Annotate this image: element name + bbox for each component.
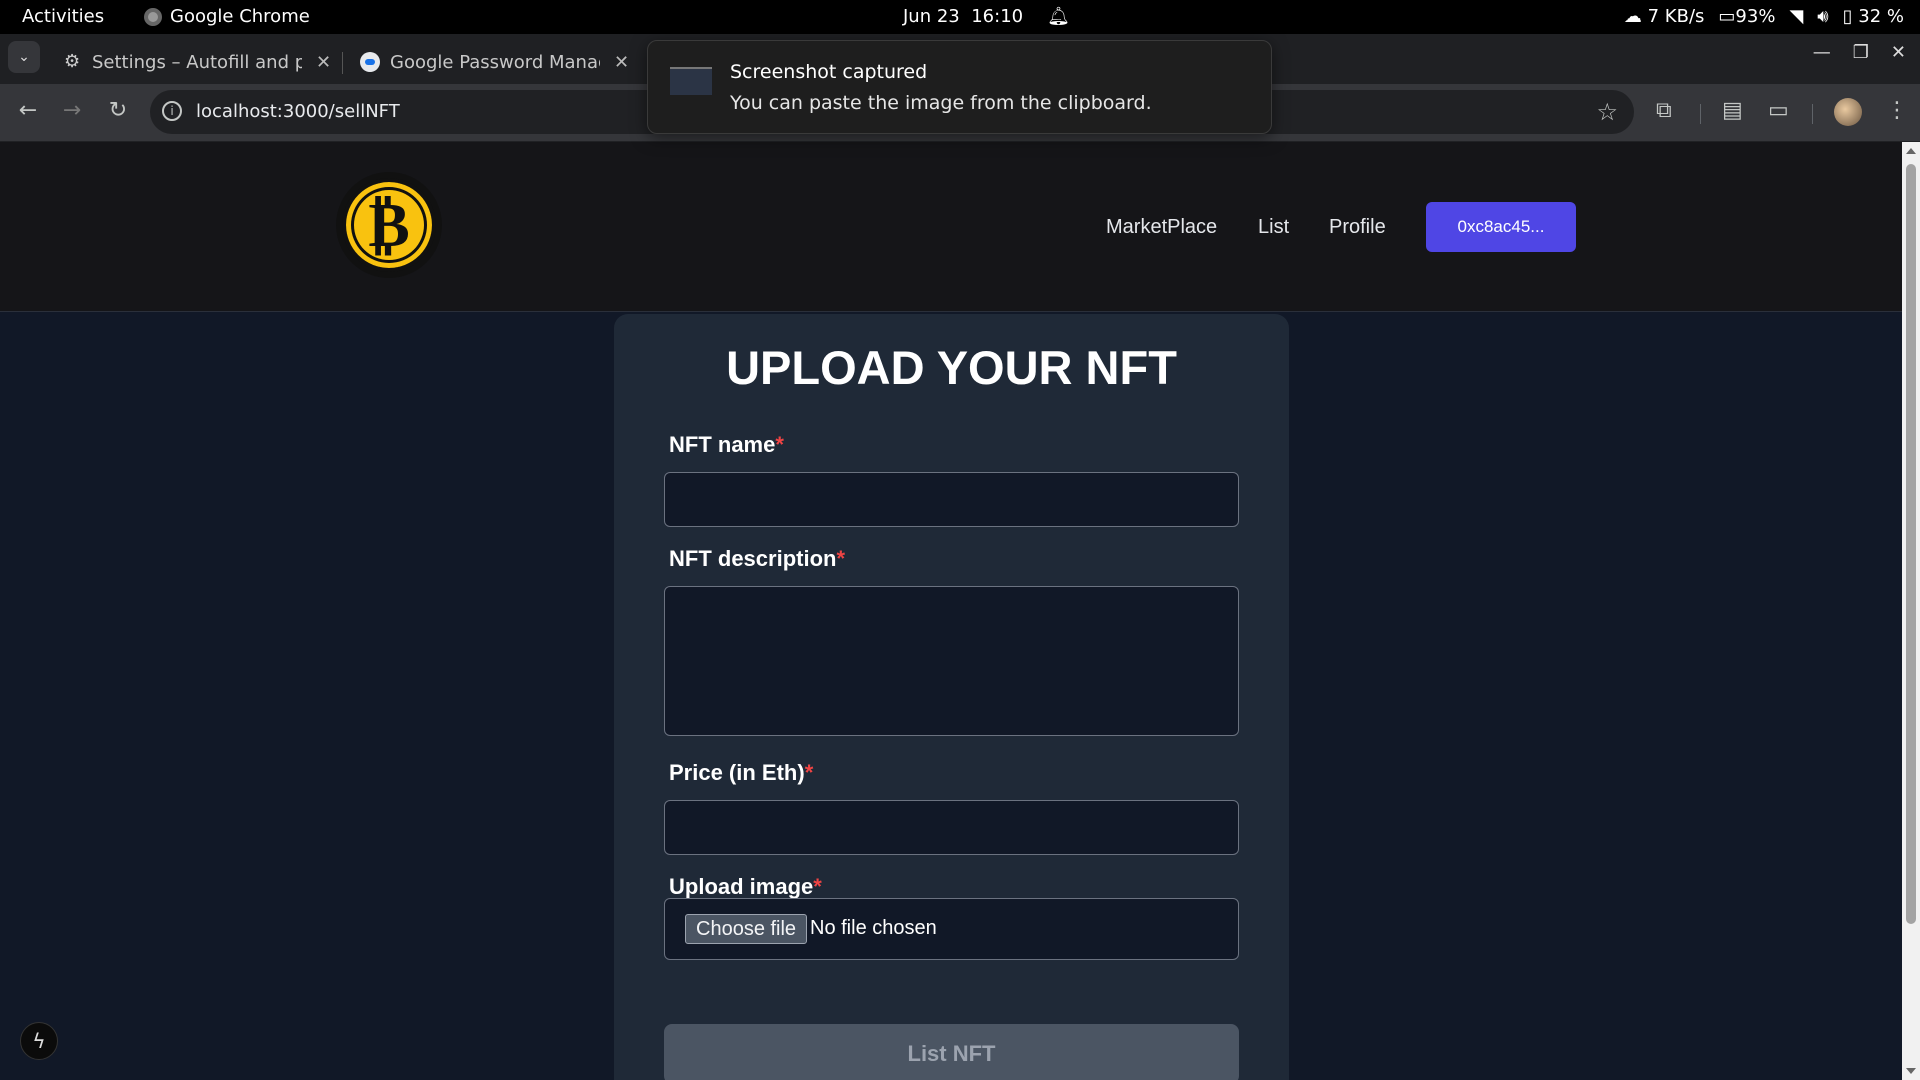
cast-icon[interactable]: ▭ [1768, 98, 1789, 123]
file-upload-input: Choose file No file chosen [664, 898, 1239, 960]
clock[interactable]: Jun 23 16:10 🔔︎ [903, 6, 1070, 27]
back-arrow-icon[interactable]: ← [14, 98, 42, 123]
nft-name-input[interactable] [664, 472, 1239, 527]
upload-image-label: Upload image* [669, 874, 822, 900]
chevron-down-icon: ⌄ [18, 49, 30, 65]
phone-battery: ▯ 32 % [1843, 6, 1904, 27]
profile-avatar[interactable] [1834, 98, 1862, 126]
battery-icon: ▭ [1718, 6, 1736, 27]
system-top-bar: Activities Google Chrome Jun 23 16:10 🔔︎… [0, 0, 1920, 34]
nft-description-label-text: NFT description [669, 546, 837, 571]
wallet-connect-button[interactable]: 0xc8ac45... [1426, 202, 1576, 252]
bitcoin-symbol: ₿ [368, 188, 410, 261]
tab-title: Google Password Manager [390, 51, 600, 73]
scroll-down-arrow-icon[interactable] [1906, 1068, 1916, 1074]
reading-mode-icon[interactable]: ▤ [1722, 98, 1743, 123]
network-speed-value: 7 KB/s [1647, 6, 1705, 27]
price-label: Price (in Eth)* [669, 760, 813, 786]
extensions-icon[interactable]: ⧉ [1656, 98, 1672, 123]
site-info-icon[interactable]: i [162, 101, 182, 121]
tab-settings[interactable]: ⚙ Settings – Autofill and passwords ✕ [52, 42, 343, 82]
chrome-icon [144, 7, 162, 26]
activities-button[interactable]: Activities [22, 6, 104, 27]
choose-file-button[interactable]: Choose file [685, 914, 808, 944]
site-header: ₿ MarketPlace List Profile 0xc8ac45... [0, 142, 1902, 312]
required-mark: * [804, 760, 814, 785]
upload-form: UPLOAD YOUR NFT NFT name* NFT descriptio… [614, 314, 1289, 1080]
nft-name-label: NFT name* [669, 432, 784, 458]
app-name: Google Chrome [170, 6, 310, 27]
toolbar-divider [1812, 104, 1813, 124]
price-input[interactable] [664, 800, 1239, 855]
nav-marketplace[interactable]: MarketPlace [1106, 216, 1217, 239]
date: Jun 23 [903, 6, 960, 27]
lightning-bolt-icon[interactable]: ϟ [20, 1022, 58, 1060]
network-speed: ☁ 7 KB/s [1624, 6, 1705, 27]
time: 16:10 [971, 6, 1024, 27]
system-status-area[interactable]: ☁ 7 KB/s ▭93% ◥ 🔊︎ ▯ 32 % [1624, 6, 1904, 27]
coin: ₿ [342, 178, 436, 272]
kebab-menu-icon[interactable]: ⋮ [1886, 98, 1908, 123]
tab-title: Settings – Autofill and passwords [92, 51, 302, 73]
device-battery: ▭93% [1718, 6, 1775, 27]
nav-profile[interactable]: Profile [1329, 216, 1386, 239]
tab-search-button[interactable]: ⌄ [8, 41, 40, 73]
wifi-icon: ◥ [1789, 6, 1804, 27]
price-label-text: Price (in Eth) [669, 760, 805, 785]
file-status: No file chosen [810, 917, 937, 939]
device-battery-value: 93% [1735, 6, 1776, 27]
scrollbar-thumb[interactable] [1906, 164, 1916, 924]
password-manager-icon [360, 52, 380, 72]
scroll-up-arrow-icon[interactable] [1906, 148, 1916, 154]
restore-icon[interactable]: ❐ [1853, 42, 1869, 63]
phone-battery-value: 32 % [1858, 6, 1904, 27]
nft-name-label-text: NFT name [669, 432, 776, 457]
tab-password-manager[interactable]: Google Password Manager ✕ [348, 42, 641, 82]
required-mark: * [813, 874, 822, 899]
close-window-icon[interactable]: ✕ [1891, 42, 1906, 63]
app-menu[interactable]: Google Chrome [144, 6, 310, 27]
window-controls: — ❐ ✕ [1813, 42, 1906, 63]
url-text[interactable]: localhost:3000/sellNFT [196, 101, 400, 122]
screenshot-notification[interactable]: Screenshot captured You can paste the im… [647, 40, 1272, 134]
nav-list[interactable]: List [1258, 216, 1289, 239]
bell-icon: 🔔︎ [1047, 6, 1070, 27]
phone-icon: ▯ [1842, 6, 1853, 27]
nft-description-label: NFT description* [669, 546, 845, 572]
required-mark: * [836, 546, 846, 571]
form-title: UPLOAD YOUR NFT [726, 341, 1177, 394]
cloud-upload-icon: ☁ [1623, 6, 1642, 27]
page-scrollbar[interactable] [1902, 142, 1920, 1080]
screenshot-thumbnail [670, 67, 712, 95]
notification-body: You can paste the image from the clipboa… [730, 92, 1152, 114]
reload-icon[interactable]: ↻ [104, 98, 132, 123]
forward-arrow-icon[interactable]: → [58, 98, 86, 123]
list-nft-button[interactable]: List NFT [664, 1024, 1239, 1080]
notification-title: Screenshot captured [730, 61, 928, 83]
bookmark-star-icon[interactable]: ☆ [1596, 98, 1618, 126]
web-page: ₿ MarketPlace List Profile 0xc8ac45... U… [0, 142, 1902, 1080]
minimize-icon[interactable]: — [1813, 42, 1831, 63]
close-icon[interactable]: ✕ [614, 52, 629, 73]
bitcoin-logo-icon[interactable]: ₿ [336, 172, 442, 278]
toolbar-divider [1700, 104, 1701, 124]
close-icon[interactable]: ✕ [316, 52, 331, 73]
volume-icon: 🔊︎ [1817, 6, 1829, 27]
nft-description-textarea[interactable] [664, 586, 1239, 736]
tab-divider [342, 52, 343, 74]
gear-icon: ⚙ [64, 51, 81, 72]
upload-image-label-text: Upload image [669, 874, 814, 899]
required-mark: * [775, 432, 784, 457]
